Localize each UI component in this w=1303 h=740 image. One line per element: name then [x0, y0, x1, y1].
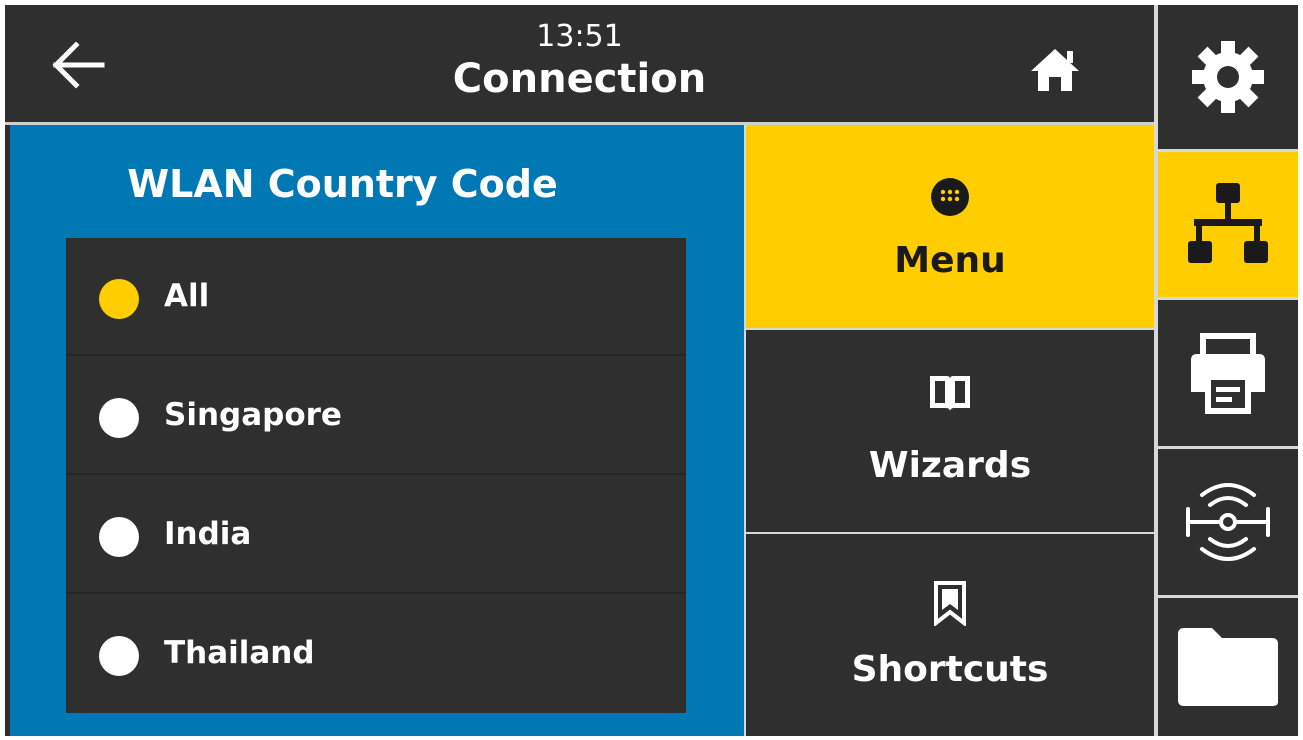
list-item-thailand[interactable]: Thailand: [66, 595, 686, 713]
printer-screen: 13:51 Connection WLAN Country Code All S…: [5, 5, 1298, 736]
radio-unselected-icon: [99, 517, 139, 557]
country-list: All Singapore India Thailand: [66, 238, 686, 713]
sidebar-tab-rfid[interactable]: [1158, 449, 1298, 595]
sidebar-tab-storage[interactable]: [1158, 598, 1298, 736]
book-icon: [930, 376, 970, 412]
list-item-all[interactable]: All: [66, 238, 686, 356]
radio-unselected-icon: [99, 636, 139, 676]
bookmark-icon: [934, 581, 966, 626]
header-bar: 13:51 Connection: [5, 5, 1154, 122]
bookmark-icon-wrap: [746, 580, 1154, 626]
menu-label: Menu: [894, 240, 1006, 281]
network-icon: [1188, 182, 1268, 263]
wizards-button[interactable]: Wizards: [746, 330, 1154, 532]
list-item-label: Singapore: [164, 397, 342, 433]
home-button[interactable]: [1020, 39, 1090, 99]
page-title: Connection: [452, 56, 707, 102]
sidebar-tab-connection[interactable]: [1158, 152, 1298, 297]
book-icon-wrap: [746, 372, 1154, 416]
gear-icon: [1192, 41, 1264, 113]
apps-grid-icon: [931, 178, 969, 216]
list-item-india[interactable]: India: [66, 476, 686, 594]
shortcuts-button[interactable]: Shortcuts: [746, 534, 1154, 736]
home-icon: [1031, 49, 1079, 91]
list-item-label: India: [164, 516, 252, 552]
clock-time: 13:51: [536, 19, 623, 54]
list-item-label: Thailand: [164, 635, 315, 671]
list-item-singapore[interactable]: Singapore: [66, 357, 686, 475]
shortcuts-label: Shortcuts: [851, 649, 1049, 690]
radio-unselected-icon: [99, 398, 139, 438]
radio-selected-icon: [99, 279, 139, 319]
wizards-label: Wizards: [868, 445, 1032, 486]
sidebar-tab-settings[interactable]: [1158, 5, 1298, 149]
folder-icon: [1178, 628, 1278, 706]
panel-title: WLAN Country Code: [127, 162, 558, 206]
rfid-icon: [1186, 483, 1270, 561]
apps-grid-icon-wrap: [746, 177, 1154, 217]
menu-button[interactable]: Menu: [746, 125, 1154, 328]
printer-icon: [1191, 333, 1265, 414]
list-item-label: All: [164, 278, 210, 314]
sidebar-tab-print[interactable]: [1158, 300, 1298, 446]
country-code-panel: WLAN Country Code All Singapore India Th…: [10, 125, 744, 736]
